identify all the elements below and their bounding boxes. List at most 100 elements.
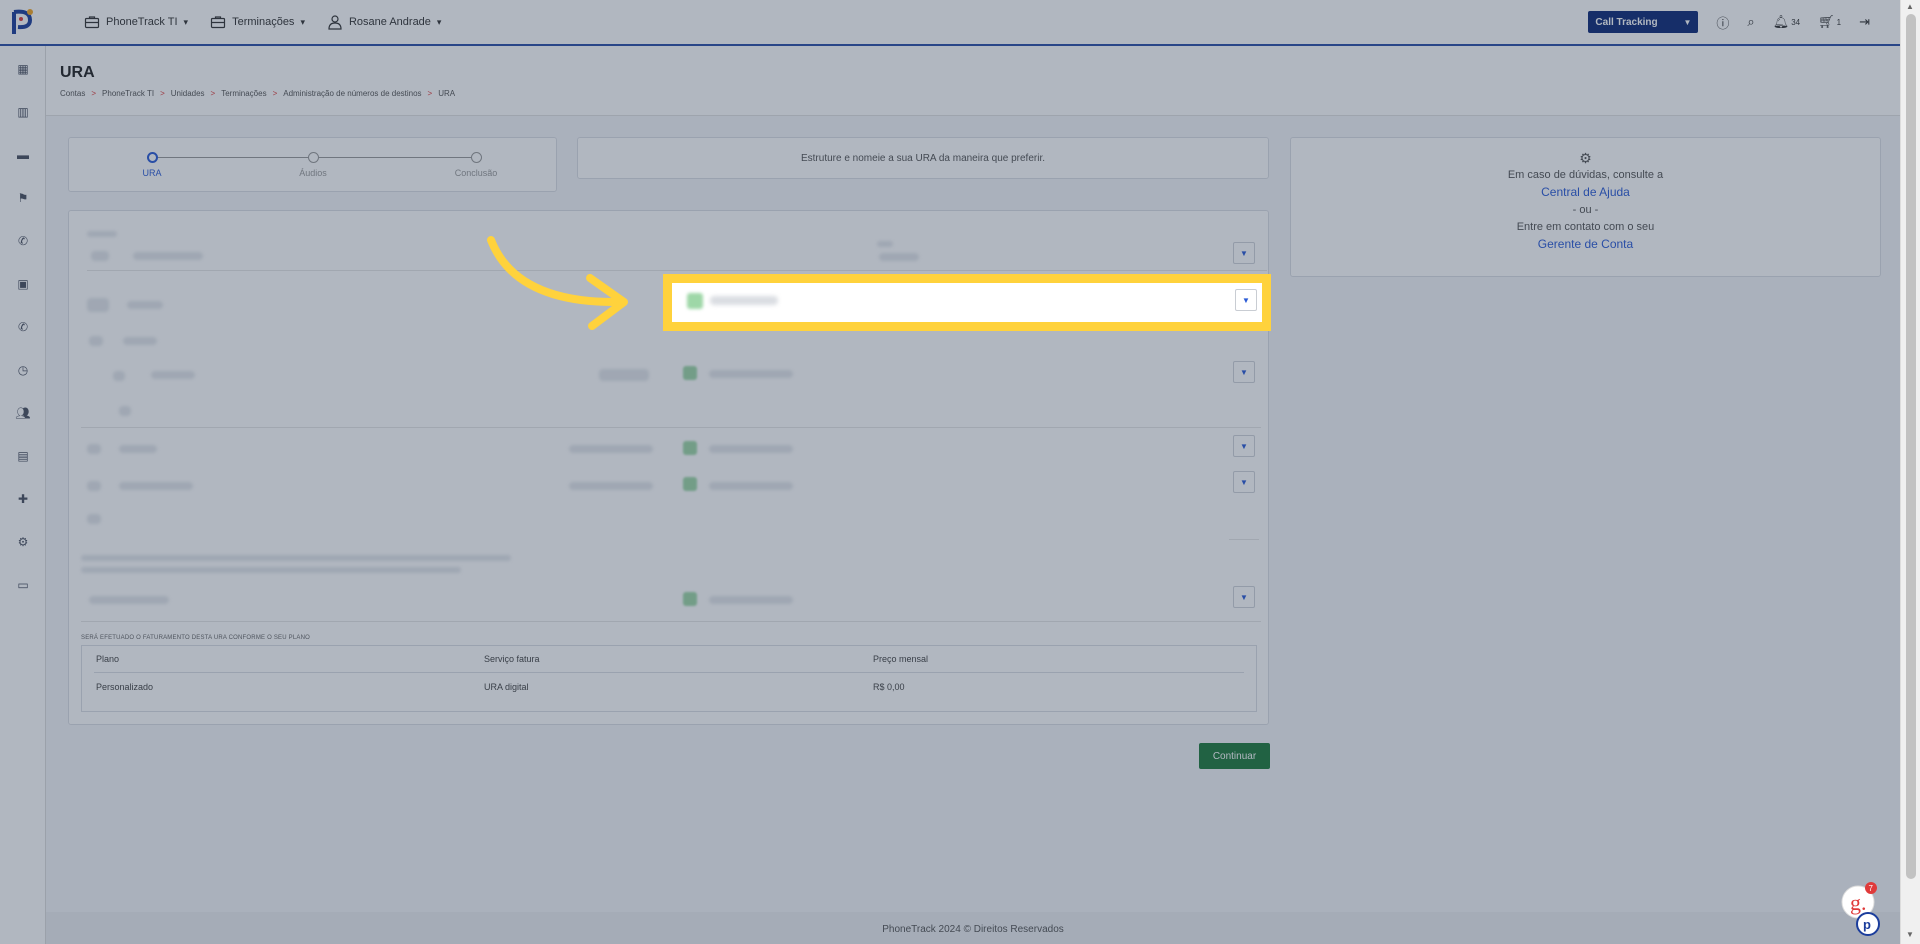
blurred-checkbox [87,298,109,312]
info-message: Estruture e nomeie a sua URA da maneira … [577,137,1269,179]
blurred-icon [87,514,101,524]
history-icon[interactable]: ◷ [15,362,31,378]
step-label: URA [142,168,162,178]
briefcase-icon [84,16,100,29]
user-menu[interactable]: Rosane Andrade ▾ [327,14,441,30]
blurred-field [119,445,157,453]
breadcrumb-item-units[interactable]: Unidades [171,89,205,98]
blurred-field [709,596,793,604]
phone-icon[interactable]: ✆ [15,233,31,249]
account-menu[interactable]: PhoneTrack TI ▾ [84,14,188,30]
dropdown-button[interactable]: ▼ [1233,242,1255,264]
help-center-link[interactable]: Central de Ajuda [1541,185,1630,199]
blurred-description [81,567,461,573]
table-divider [94,672,1244,673]
status-indicator [683,441,697,455]
page-scrollbar[interactable]: ▲ ▼ [1900,0,1920,944]
blurred-icon [87,481,101,491]
status-indicator [683,592,697,606]
breadcrumb-separator-icon: > [91,89,97,98]
blurred-field [710,296,778,305]
dropdown-button[interactable]: ▼ [1233,361,1255,383]
flag-icon[interactable]: ⚑ [15,190,31,206]
scroll-thumb[interactable] [1906,14,1916,879]
search-icon[interactable]: ⌕ [1747,14,1754,30]
svg-text:p: p [1863,917,1871,932]
cart-icon: 🛒︎ [1818,14,1835,29]
terminations-menu[interactable]: Terminações ▾ [210,14,305,30]
phone-call-icon[interactable]: ✆ [15,319,31,335]
breadcrumb-separator-icon: > [210,89,216,98]
breadcrumb-item-contas[interactable]: Contas [60,89,85,98]
field-underline [1229,539,1259,540]
breadcrumb-separator-icon: > [272,89,278,98]
svg-text:7: 7 [1869,884,1874,893]
scroll-up-icon[interactable]: ▲ [1906,2,1914,11]
blurred-field [133,252,203,260]
blurred-field [119,482,193,490]
step-dot [307,152,319,163]
tutorial-arrow-icon [487,236,628,330]
bell-icon: 🔔︎ [1772,14,1790,29]
top-navbar: PhoneTrack TI ▾ Terminações ▾ Rosane And… [0,0,1900,46]
cart-button[interactable]: 🛒︎ 1 [1818,14,1841,30]
status-indicator [687,293,703,309]
breadcrumb-item-destinations[interactable]: Administração de números de destinos [283,89,421,98]
breadcrumb-item-terminations[interactable]: Terminações [221,89,266,98]
breadcrumb-separator-icon: > [160,89,165,98]
blurred-field [709,370,793,378]
blurred-field [569,445,653,453]
notifications-button[interactable]: 🔔︎ 34 [1773,14,1800,30]
breadcrumb-item-current: URA [438,89,456,98]
library-icon[interactable]: ▤ [15,448,31,464]
settings-icon[interactable]: ⚙ [15,534,31,550]
breadcrumb-separator-icon: > [427,89,433,98]
column-header-plano: Plano [96,654,120,664]
help-contact-text: Entre em contato com o seu [1516,221,1655,233]
phonetrack-logo[interactable] [0,0,46,45]
product-select-value: Call Tracking [1595,16,1658,28]
store-icon[interactable]: ▭ [15,577,31,593]
column-header-servico: Serviço fatura [484,654,540,664]
blurred-field [879,253,919,261]
chevron-down-icon: ▾ [300,16,305,27]
gear-icon: ⚙ [1579,150,1592,166]
blurred-field [89,596,169,604]
blurred-field [599,369,649,381]
breadcrumb-item-account[interactable]: PhoneTrack TI [102,89,154,98]
continue-button[interactable]: Continuar [1199,743,1270,769]
blurred-field [127,301,163,309]
dropdown-button[interactable]: ▼ [1233,471,1255,493]
blurred-icon [91,251,109,261]
dropdown-button[interactable]: ▼ [1233,435,1255,457]
users-icon[interactable]: 👥︎ [15,405,31,421]
blurred-field [123,337,157,345]
dashboard-icon[interactable]: ▦ [15,61,31,77]
puzzle-icon[interactable]: ✚ [15,491,31,507]
status-indicator [683,366,697,380]
account-menu-label: PhoneTrack TI [106,16,178,28]
field-underline [81,621,1261,622]
blurred-field [569,482,653,490]
help-icon[interactable]: ⓘ [1716,13,1729,32]
chat-help-widget-icon[interactable]: g. 7 p [1838,880,1882,936]
field-underline [87,270,1267,271]
highlighted-destination-select[interactable]: ▼ [663,274,1271,331]
logout-icon[interactable]: ⇥ [1859,14,1870,30]
blurred-label [877,241,893,247]
billing-table: Plano Serviço fatura Preço mensal Person… [81,645,1257,712]
building-icon[interactable]: ▥ [15,104,31,120]
scroll-down-icon[interactable]: ▼ [1906,930,1914,939]
step-label: Áudios [299,168,327,178]
dropdown-button[interactable]: ▼ [1235,289,1257,311]
step-dot [146,152,158,163]
notifications-count: 34 [1791,17,1801,27]
briefcase-icon[interactable]: ▬ [15,147,31,163]
blurred-icon [89,336,103,346]
caret-down-icon: ▼ [1683,17,1692,27]
dropdown-button[interactable]: ▼ [1233,586,1255,608]
account-manager-link[interactable]: Gerente de Conta [1538,237,1633,251]
contact-card-icon[interactable]: ▣ [15,276,31,292]
blurred-field [709,482,793,490]
product-select[interactable]: Call Tracking ▼ [1588,11,1699,33]
